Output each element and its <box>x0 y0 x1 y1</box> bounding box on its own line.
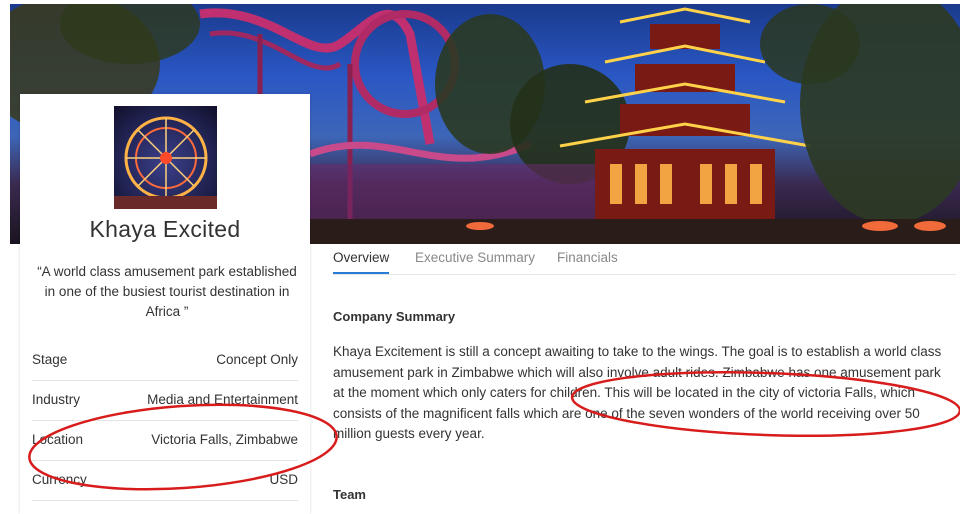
company-logo <box>114 106 217 209</box>
tab-overview[interactable]: Overview <box>333 250 390 274</box>
detail-row-currency: Currency USD <box>32 460 298 501</box>
detail-value: Victoria Falls, Zimbabwe <box>151 432 298 447</box>
profile-tabs: Overview Executive Summary Financials <box>333 244 956 275</box>
company-profile-card: Khaya Excited “A world class amusement p… <box>20 94 310 514</box>
detail-value: Media and Entertainment <box>147 392 298 407</box>
detail-label: Currency <box>32 472 87 487</box>
detail-row-industry: Industry Media and Entertainment <box>32 380 298 421</box>
detail-row-location: Location Victoria Falls, Zimbabwe <box>32 420 298 461</box>
detail-row-stage: Stage Concept Only <box>32 340 298 381</box>
company-summary-text: Khaya Excitement is still a concept awai… <box>333 344 942 441</box>
detail-value: USD <box>269 472 298 487</box>
company-name: Khaya Excited <box>89 216 241 242</box>
company-tagline: “A world class amusement park establishe… <box>37 264 297 319</box>
detail-value: Concept Only <box>216 352 298 367</box>
team-heading: Team <box>333 487 366 502</box>
company-summary-heading: Company Summary <box>333 309 456 324</box>
tab-financials[interactable]: Financials <box>557 250 618 265</box>
detail-label: Location <box>32 432 84 447</box>
tab-executive-summary[interactable]: Executive Summary <box>415 250 535 265</box>
detail-label: Stage <box>32 352 68 367</box>
detail-label: Industry <box>32 392 81 407</box>
